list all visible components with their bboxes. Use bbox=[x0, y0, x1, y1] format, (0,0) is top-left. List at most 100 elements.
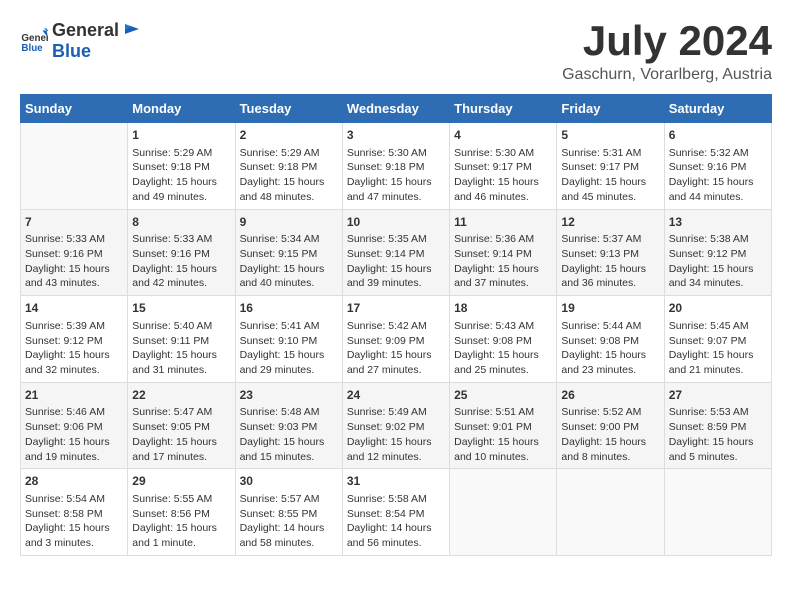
day-info: Sunrise: 5:43 AM Sunset: 9:08 PM Dayligh… bbox=[454, 319, 552, 378]
header-thursday: Thursday bbox=[450, 95, 557, 123]
calendar-cell: 19 Sunrise: 5:44 AM Sunset: 9:08 PM Dayli… bbox=[557, 296, 664, 383]
calendar-cell bbox=[557, 469, 664, 556]
day-number: 27 bbox=[669, 387, 767, 404]
day-number: 15 bbox=[132, 300, 230, 317]
title-block: July 2024 Gaschurn, Vorarlberg, Austria bbox=[562, 20, 772, 84]
day-number: 18 bbox=[454, 300, 552, 317]
day-number: 1 bbox=[132, 127, 230, 144]
header-tuesday: Tuesday bbox=[235, 95, 342, 123]
calendar-cell: 2Sunrise: 5:29 AM Sunset: 9:18 PM Daylig… bbox=[235, 123, 342, 210]
day-info: Sunrise: 5:30 AM Sunset: 9:18 PM Dayligh… bbox=[347, 146, 445, 205]
day-info: Sunrise: 5:32 AM Sunset: 9:16 PM Dayligh… bbox=[669, 146, 767, 205]
header-monday: Monday bbox=[128, 95, 235, 123]
day-number: 7 bbox=[25, 214, 123, 231]
calendar-cell: 25Sunrise: 5:51 AM Sunset: 9:01 PM Dayli… bbox=[450, 382, 557, 469]
day-info: Sunrise: 5:45 AM Sunset: 9:07 PM Dayligh… bbox=[669, 319, 767, 378]
day-number: 11 bbox=[454, 214, 552, 231]
day-info: Sunrise: 5:37 AM Sunset: 9:13 PM Dayligh… bbox=[561, 232, 659, 291]
calendar-cell: 20 Sunrise: 5:45 AM Sunset: 9:07 PM Dayli… bbox=[664, 296, 771, 383]
day-info: Sunrise: 5:33 AM Sunset: 9:16 PM Dayligh… bbox=[132, 232, 230, 291]
calendar-week-row: 21Sunrise: 5:46 AM Sunset: 9:06 PM Dayli… bbox=[21, 382, 772, 469]
calendar-cell: 23Sunrise: 5:48 AM Sunset: 9:03 PM Dayli… bbox=[235, 382, 342, 469]
calendar-cell: 4 Sunrise: 5:30 AM Sunset: 9:17 PM Daylig… bbox=[450, 123, 557, 210]
calendar-cell: 12Sunrise: 5:37 AM Sunset: 9:13 PM Dayli… bbox=[557, 209, 664, 296]
day-info: Sunrise: 5:47 AM Sunset: 9:05 PM Dayligh… bbox=[132, 405, 230, 464]
day-info: Sunrise: 5:33 AM Sunset: 9:16 PM Dayligh… bbox=[25, 232, 123, 291]
day-info: Sunrise: 5:44 AM Sunset: 9:08 PM Dayligh… bbox=[561, 319, 659, 378]
calendar-week-row: 1 Sunrise: 5:29 AM Sunset: 9:18 PM Daylig… bbox=[21, 123, 772, 210]
day-number: 30 bbox=[240, 473, 338, 490]
day-number: 5 bbox=[561, 127, 659, 144]
logo-flag-icon bbox=[121, 22, 139, 40]
calendar-cell: 5Sunrise: 5:31 AM Sunset: 9:17 PM Daylig… bbox=[557, 123, 664, 210]
day-info: Sunrise: 5:46 AM Sunset: 9:06 PM Dayligh… bbox=[25, 405, 123, 464]
calendar-cell bbox=[664, 469, 771, 556]
calendar-cell: 13Sunrise: 5:38 AM Sunset: 9:12 PM Dayli… bbox=[664, 209, 771, 296]
day-number: 19 bbox=[561, 300, 659, 317]
logo-icon: General Blue bbox=[20, 27, 48, 55]
subtitle: Gaschurn, Vorarlberg, Austria bbox=[562, 66, 772, 84]
header-wednesday: Wednesday bbox=[342, 95, 449, 123]
day-number: 2 bbox=[240, 127, 338, 144]
day-number: 6 bbox=[669, 127, 767, 144]
day-number: 10 bbox=[347, 214, 445, 231]
calendar-cell bbox=[450, 469, 557, 556]
calendar-cell: 1 Sunrise: 5:29 AM Sunset: 9:18 PM Daylig… bbox=[128, 123, 235, 210]
day-info: Sunrise: 5:39 AM Sunset: 9:12 PM Dayligh… bbox=[25, 319, 123, 378]
day-number: 23 bbox=[240, 387, 338, 404]
day-number: 16 bbox=[240, 300, 338, 317]
day-info: Sunrise: 5:53 AM Sunset: 8:59 PM Dayligh… bbox=[669, 405, 767, 464]
calendar-cell: 18 Sunrise: 5:43 AM Sunset: 9:08 PM Dayli… bbox=[450, 296, 557, 383]
day-info: Sunrise: 5:52 AM Sunset: 9:00 PM Dayligh… bbox=[561, 405, 659, 464]
logo-text-blue: Blue bbox=[52, 41, 91, 61]
day-number: 26 bbox=[561, 387, 659, 404]
day-number: 4 bbox=[454, 127, 552, 144]
header-sunday: Sunday bbox=[21, 95, 128, 123]
calendar-cell: 31Sunrise: 5:58 AM Sunset: 8:54 PM Dayli… bbox=[342, 469, 449, 556]
calendar-cell: 10Sunrise: 5:35 AM Sunset: 9:14 PM Dayli… bbox=[342, 209, 449, 296]
calendar-cell: 17 Sunrise: 5:42 AM Sunset: 9:09 PM Dayli… bbox=[342, 296, 449, 383]
calendar-cell: 29 Sunrise: 5:55 AM Sunset: 8:56 PM Dayli… bbox=[128, 469, 235, 556]
calendar-cell: 6 Sunrise: 5:32 AM Sunset: 9:16 PM Daylig… bbox=[664, 123, 771, 210]
day-number: 20 bbox=[669, 300, 767, 317]
page-header: General Blue General Blue July 2024 Gasc… bbox=[20, 20, 772, 84]
day-info: Sunrise: 5:36 AM Sunset: 9:14 PM Dayligh… bbox=[454, 232, 552, 291]
day-number: 31 bbox=[347, 473, 445, 490]
day-number: 17 bbox=[347, 300, 445, 317]
day-info: Sunrise: 5:54 AM Sunset: 8:58 PM Dayligh… bbox=[25, 492, 123, 551]
day-info: Sunrise: 5:42 AM Sunset: 9:09 PM Dayligh… bbox=[347, 319, 445, 378]
day-info: Sunrise: 5:30 AM Sunset: 9:17 PM Dayligh… bbox=[454, 146, 552, 205]
day-number: 12 bbox=[561, 214, 659, 231]
day-number: 8 bbox=[132, 214, 230, 231]
calendar-cell: 26Sunrise: 5:52 AM Sunset: 9:00 PM Dayli… bbox=[557, 382, 664, 469]
calendar-cell: 21Sunrise: 5:46 AM Sunset: 9:06 PM Dayli… bbox=[21, 382, 128, 469]
day-info: Sunrise: 5:51 AM Sunset: 9:01 PM Dayligh… bbox=[454, 405, 552, 464]
day-info: Sunrise: 5:29 AM Sunset: 9:18 PM Dayligh… bbox=[132, 146, 230, 205]
day-info: Sunrise: 5:38 AM Sunset: 9:12 PM Dayligh… bbox=[669, 232, 767, 291]
day-number: 14 bbox=[25, 300, 123, 317]
header-saturday: Saturday bbox=[664, 95, 771, 123]
day-number: 29 bbox=[132, 473, 230, 490]
day-number: 9 bbox=[240, 214, 338, 231]
day-info: Sunrise: 5:55 AM Sunset: 8:56 PM Dayligh… bbox=[132, 492, 230, 551]
day-info: Sunrise: 5:41 AM Sunset: 9:10 PM Dayligh… bbox=[240, 319, 338, 378]
calendar-cell: 28Sunrise: 5:54 AM Sunset: 8:58 PM Dayli… bbox=[21, 469, 128, 556]
calendar-week-row: 28Sunrise: 5:54 AM Sunset: 8:58 PM Dayli… bbox=[21, 469, 772, 556]
day-info: Sunrise: 5:49 AM Sunset: 9:02 PM Dayligh… bbox=[347, 405, 445, 464]
day-info: Sunrise: 5:48 AM Sunset: 9:03 PM Dayligh… bbox=[240, 405, 338, 464]
day-info: Sunrise: 5:40 AM Sunset: 9:11 PM Dayligh… bbox=[132, 319, 230, 378]
calendar-cell: 7Sunrise: 5:33 AM Sunset: 9:16 PM Daylig… bbox=[21, 209, 128, 296]
calendar-cell: 9Sunrise: 5:34 AM Sunset: 9:15 PM Daylig… bbox=[235, 209, 342, 296]
calendar-table: SundayMondayTuesdayWednesdayThursdayFrid… bbox=[20, 94, 772, 556]
calendar-cell: 16 Sunrise: 5:41 AM Sunset: 9:10 PM Dayli… bbox=[235, 296, 342, 383]
day-info: Sunrise: 5:35 AM Sunset: 9:14 PM Dayligh… bbox=[347, 232, 445, 291]
calendar-cell: 27Sunrise: 5:53 AM Sunset: 8:59 PM Dayli… bbox=[664, 382, 771, 469]
logo: General Blue General Blue bbox=[20, 20, 139, 62]
svg-text:Blue: Blue bbox=[21, 43, 43, 54]
header-friday: Friday bbox=[557, 95, 664, 123]
calendar-cell: 8Sunrise: 5:33 AM Sunset: 9:16 PM Daylig… bbox=[128, 209, 235, 296]
calendar-cell: 3Sunrise: 5:30 AM Sunset: 9:18 PM Daylig… bbox=[342, 123, 449, 210]
calendar-header-row: SundayMondayTuesdayWednesdayThursdayFrid… bbox=[21, 95, 772, 123]
calendar-cell: 22Sunrise: 5:47 AM Sunset: 9:05 PM Dayli… bbox=[128, 382, 235, 469]
calendar-cell: 11Sunrise: 5:36 AM Sunset: 9:14 PM Dayli… bbox=[450, 209, 557, 296]
